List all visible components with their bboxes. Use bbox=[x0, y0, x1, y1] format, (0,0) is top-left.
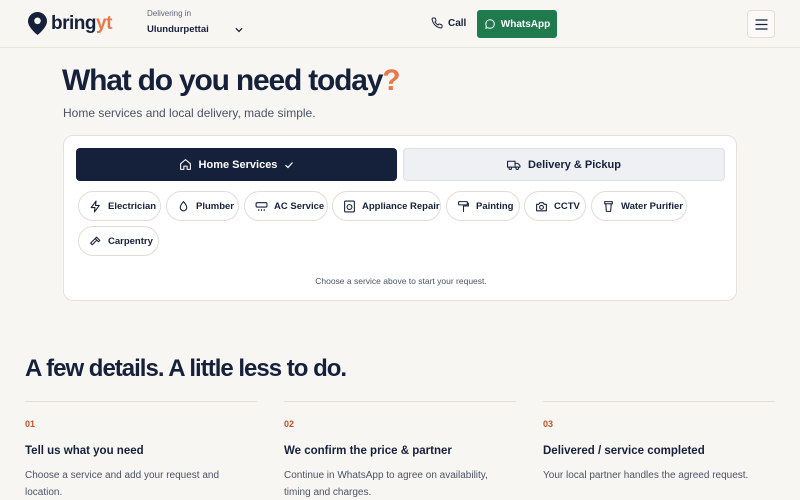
truck-icon bbox=[507, 160, 521, 170]
service-label: Carpentry bbox=[108, 235, 153, 247]
service-chip-water-purifier[interactable]: Water Purifier bbox=[591, 191, 687, 221]
service-chip-carpentry[interactable]: Carpentry bbox=[78, 226, 159, 256]
check-icon bbox=[285, 161, 294, 168]
page-subtitle: Home services and local delivery, made s… bbox=[63, 106, 316, 120]
service-label: Painting bbox=[476, 200, 514, 212]
service-label: Plumber bbox=[196, 200, 235, 212]
location-select[interactable]: Ulundurpettai bbox=[147, 24, 243, 35]
whatsapp-label: WhatsApp bbox=[500, 18, 551, 30]
purifier-icon bbox=[604, 200, 613, 212]
step-description: Your local partner handles the agreed re… bbox=[543, 470, 749, 481]
service-label: Electrician bbox=[108, 200, 157, 212]
step-card: 02 We confirm the price & partner Contin… bbox=[284, 401, 516, 498]
call-link[interactable]: Call bbox=[431, 17, 466, 29]
service-label: AC Service bbox=[274, 200, 325, 212]
hamburger-icon bbox=[755, 18, 767, 30]
service-label: Water Purifier bbox=[621, 200, 683, 212]
step-description: Continue in WhatsApp to agree on availab… bbox=[284, 470, 488, 498]
whatsapp-icon bbox=[485, 19, 495, 29]
camera-icon bbox=[536, 201, 547, 211]
service-chip-painting[interactable]: Painting bbox=[446, 191, 520, 221]
hammer-icon bbox=[90, 236, 101, 245]
service-selector-card: Home Services Delivery & Pickup Electric… bbox=[63, 135, 737, 301]
selection-hint: Choose a service above to start your req… bbox=[315, 276, 487, 286]
bolt-icon bbox=[90, 200, 100, 212]
ac-icon bbox=[255, 201, 268, 211]
top-header: bringyt Delivering in Ulundurpettai Call… bbox=[0, 0, 800, 48]
home-icon bbox=[179, 159, 191, 170]
service-chip-electrician[interactable]: Electrician bbox=[78, 191, 161, 221]
droplet-icon bbox=[179, 200, 188, 211]
page-title: What do you need today? bbox=[62, 64, 401, 97]
step-card: 03 Delivered / service completed Your lo… bbox=[543, 401, 775, 481]
paint-roller-icon bbox=[458, 200, 469, 212]
brand-logo[interactable]: bringyt bbox=[28, 12, 112, 35]
steps-heading: A few details. A little less to do. bbox=[25, 355, 347, 382]
tab-home-label: Home Services bbox=[198, 158, 278, 171]
delivery-location: Delivering in Ulundurpettai bbox=[147, 9, 243, 35]
service-label: Appliance Repair bbox=[362, 200, 440, 212]
location-value: Ulundurpettai bbox=[147, 24, 209, 35]
whatsapp-button[interactable]: WhatsApp bbox=[477, 10, 557, 38]
logo-text: bringyt bbox=[51, 12, 112, 34]
washing-machine-icon bbox=[344, 200, 355, 212]
service-label: CCTV bbox=[554, 200, 580, 212]
service-chip-ac-service[interactable]: AC Service bbox=[244, 191, 328, 221]
tab-home-services[interactable]: Home Services bbox=[76, 148, 397, 181]
tab-delivery-pickup[interactable]: Delivery & Pickup bbox=[403, 148, 725, 181]
step-description: Choose a service and add your request an… bbox=[25, 470, 220, 498]
step-title: Tell us what you need bbox=[25, 445, 144, 457]
step-card: 01 Tell us what you need Choose a servic… bbox=[25, 401, 257, 498]
step-title: We confirm the price & partner bbox=[284, 445, 452, 457]
step-number: 02 bbox=[284, 419, 295, 429]
step-number: 03 bbox=[543, 419, 554, 429]
service-chip-cctv[interactable]: CCTV bbox=[524, 191, 586, 221]
phone-icon bbox=[431, 17, 443, 29]
service-chip-plumber[interactable]: Plumber bbox=[166, 191, 239, 221]
call-label: Call bbox=[448, 17, 467, 29]
step-title: Delivered / service completed bbox=[543, 445, 705, 457]
delivering-in-label: Delivering in bbox=[147, 9, 192, 18]
tab-delivery-label: Delivery & Pickup bbox=[528, 158, 621, 171]
menu-button[interactable] bbox=[747, 10, 775, 38]
location-pin-logo-icon bbox=[28, 12, 47, 35]
step-number: 01 bbox=[25, 419, 36, 429]
chevron-down-icon bbox=[235, 27, 243, 32]
service-chip-appliance-repair[interactable]: Appliance Repair bbox=[332, 191, 441, 221]
